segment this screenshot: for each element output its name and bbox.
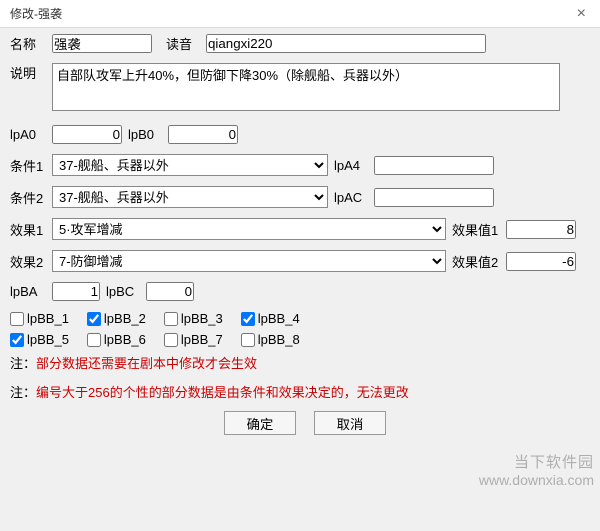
cond2-select[interactable]: 37-舰船、兵器以外 xyxy=(52,186,328,208)
name-label: 名称 xyxy=(10,34,46,53)
lpAC-input[interactable] xyxy=(374,188,494,207)
watermark-line2: www.downxia.com xyxy=(479,472,594,489)
effv1-input[interactable] xyxy=(506,220,576,239)
lpBB_3-checkbox[interactable] xyxy=(164,312,178,326)
lpBB_1-label: lpBB_1 xyxy=(27,311,69,326)
ok-button[interactable]: 确定 xyxy=(224,411,296,435)
effv2-input[interactable] xyxy=(506,252,576,271)
lpBC-label: lpBC xyxy=(106,284,140,299)
form-content: 名称 读音 说明 lpA0 lpB0 条件1 37-舰船、兵器以外 lpA4 条… xyxy=(0,28,600,435)
eff1-select[interactable]: 5·攻军增减 xyxy=(52,218,446,240)
window-title: 修改-强袭 xyxy=(10,5,62,22)
cancel-button[interactable]: 取消 xyxy=(314,411,386,435)
lpBB_7-label: lpBB_7 xyxy=(181,332,223,347)
desc-input[interactable] xyxy=(52,63,560,111)
lpBB_7-checkbox[interactable] xyxy=(164,333,178,347)
titlebar: 修改-强袭 × xyxy=(0,0,600,28)
desc-label: 说明 xyxy=(10,63,46,82)
lpAC-label: lpAC xyxy=(334,190,368,205)
lpBA-label: lpBA xyxy=(10,284,46,299)
lpA4-label: lpA4 xyxy=(334,158,368,173)
lpBB_2-label: lpBB_2 xyxy=(104,311,146,326)
lpBB_3-label: lpBB_3 xyxy=(181,311,223,326)
lpA4-input[interactable] xyxy=(374,156,494,175)
lpBB_4-checkbox[interactable] xyxy=(241,312,255,326)
lpB0-label: lpB0 xyxy=(128,127,162,142)
lpBB_6-label: lpBB_6 xyxy=(104,332,146,347)
lpBB_4-label: lpBB_4 xyxy=(258,311,300,326)
lpBC-input[interactable] xyxy=(146,282,194,301)
effv1-label: 效果值1 xyxy=(452,220,500,239)
watermark-line1: 当下软件园 xyxy=(479,454,594,472)
lpBB_5-label: lpBB_5 xyxy=(27,332,69,347)
watermark: 当下软件园 www.downxia.com xyxy=(479,454,594,489)
cond1-label: 条件1 xyxy=(10,156,46,175)
eff2-label: 效果2 xyxy=(10,252,46,271)
lpBB_8-label: lpBB_8 xyxy=(258,332,300,347)
cond2-label: 条件2 xyxy=(10,188,46,207)
lpA0-label: lpA0 xyxy=(10,127,46,142)
lpBB_1-checkbox[interactable] xyxy=(10,312,24,326)
lpBB_6-checkbox[interactable] xyxy=(87,333,101,347)
note-2: 注：编号大于256的个性的部分数据是由条件和效果决定的，无法更改 xyxy=(10,382,600,401)
yomi-label: 读音 xyxy=(166,34,200,53)
close-icon[interactable]: × xyxy=(571,5,592,23)
eff2-select[interactable]: 7-防御增减 xyxy=(52,250,446,272)
lpB0-input[interactable] xyxy=(168,125,238,144)
lpBB_2-checkbox[interactable] xyxy=(87,312,101,326)
lpBB_5-checkbox[interactable] xyxy=(10,333,24,347)
name-input[interactable] xyxy=(52,34,152,53)
cond1-select[interactable]: 37-舰船、兵器以外 xyxy=(52,154,328,176)
eff1-label: 效果1 xyxy=(10,220,46,239)
lpBA-input[interactable] xyxy=(52,282,100,301)
lpA0-input[interactable] xyxy=(52,125,122,144)
note-1: 注：部分数据还需要在剧本中修改才会生效 xyxy=(10,353,600,372)
effv2-label: 效果值2 xyxy=(452,252,500,271)
lpBB_8-checkbox[interactable] xyxy=(241,333,255,347)
yomi-input[interactable] xyxy=(206,34,486,53)
